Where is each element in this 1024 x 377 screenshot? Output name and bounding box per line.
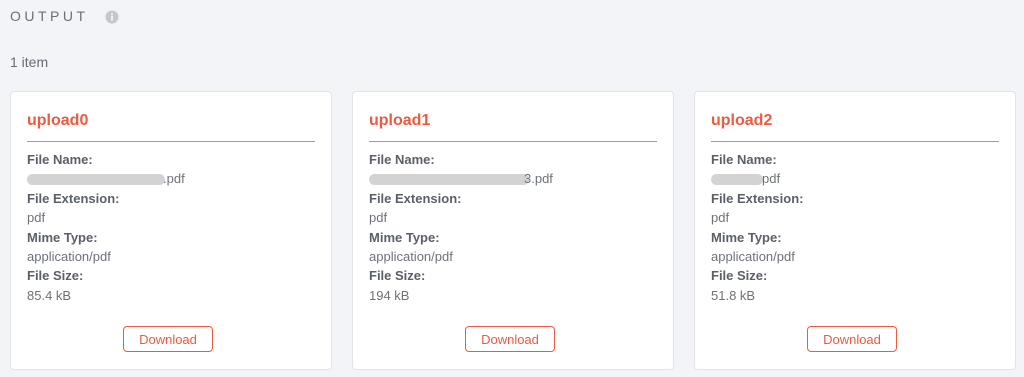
card-title: upload0	[27, 112, 89, 129]
mime-type-value: application/pdf	[711, 249, 795, 264]
card-divider	[711, 141, 999, 142]
file-extension-value: pdf	[369, 210, 388, 225]
file-name-value: 3.pdf	[369, 171, 569, 188]
mime-type-label: Mime Type:	[369, 230, 440, 245]
file-name-value: .pdf	[27, 171, 207, 188]
mime-type-value: application/pdf	[369, 249, 453, 264]
upload-card: upload1 File Name: 3.pdf File Extension:…	[352, 91, 674, 370]
redacted-filename	[711, 174, 763, 185]
card-title: upload2	[711, 112, 773, 129]
section-header: OUTPUT	[10, 7, 119, 24]
card-divider	[27, 141, 315, 142]
redacted-filename	[27, 174, 165, 185]
upload-card: upload2 File Name: pdf File Extension: p…	[694, 91, 1016, 370]
file-name-text: pdf	[762, 171, 781, 186]
file-name-text: 3.pdf	[524, 171, 553, 186]
file-extension-value: pdf	[27, 210, 46, 225]
item-count: 1 item	[10, 54, 49, 70]
file-size-value: 194 kB	[369, 288, 410, 303]
file-size-label: File Size:	[369, 268, 426, 283]
card-title: upload1	[369, 112, 431, 129]
file-extension-label: File Extension:	[369, 191, 462, 206]
file-size-label: File Size:	[711, 268, 768, 283]
redacted-filename	[369, 174, 529, 185]
mime-type-value: application/pdf	[27, 249, 111, 264]
file-extension-label: File Extension:	[27, 191, 120, 206]
file-size-value: 51.8 kB	[711, 288, 756, 303]
mime-type-label: Mime Type:	[27, 230, 98, 245]
section-title: OUTPUT	[10, 7, 89, 24]
file-name-text: .pdf	[163, 171, 185, 186]
file-name-value: pdf	[711, 171, 791, 188]
mime-type-label: Mime Type:	[711, 230, 782, 245]
file-name-label: File Name:	[27, 152, 93, 167]
info-icon[interactable]	[105, 10, 119, 24]
file-size-label: File Size:	[27, 268, 84, 283]
download-button[interactable]: Download	[465, 326, 555, 352]
file-size-value: 85.4 kB	[27, 288, 72, 303]
download-button[interactable]: Download	[807, 326, 897, 352]
card-divider	[369, 141, 657, 142]
file-name-label: File Name:	[369, 152, 435, 167]
download-button[interactable]: Download	[123, 326, 213, 352]
upload-card: upload0 File Name: .pdf File Extension: …	[10, 91, 332, 370]
file-extension-label: File Extension:	[711, 191, 804, 206]
file-name-label: File Name:	[711, 152, 777, 167]
file-extension-value: pdf	[711, 210, 730, 225]
